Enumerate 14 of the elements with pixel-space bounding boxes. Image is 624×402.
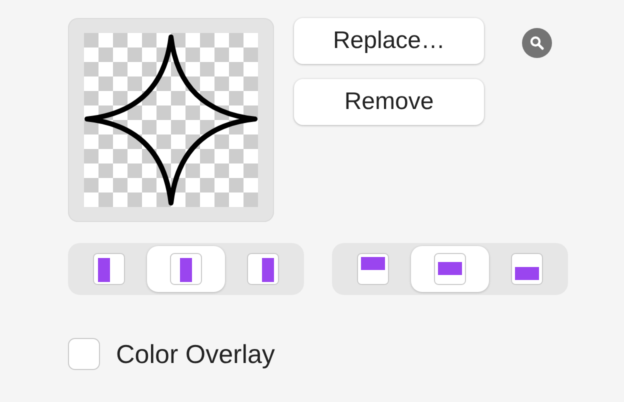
alignment-option[interactable] <box>411 246 489 292</box>
align-left-icon <box>92 253 125 285</box>
replace-button[interactable]: Replace… <box>294 18 484 64</box>
search-icon[interactable] <box>522 28 552 58</box>
align-right-icon <box>247 253 280 285</box>
color-overlay-label: Color Overlay <box>116 338 275 370</box>
align-center-icon <box>170 253 202 285</box>
color-overlay-checkbox[interactable] <box>68 338 100 370</box>
align-middle-icon <box>434 253 466 285</box>
alignment-option[interactable] <box>147 246 225 292</box>
remove-button[interactable]: Remove <box>294 79 484 125</box>
align-bottom-icon <box>511 253 544 285</box>
align-top-icon <box>356 253 389 285</box>
image-well[interactable] <box>68 18 274 222</box>
